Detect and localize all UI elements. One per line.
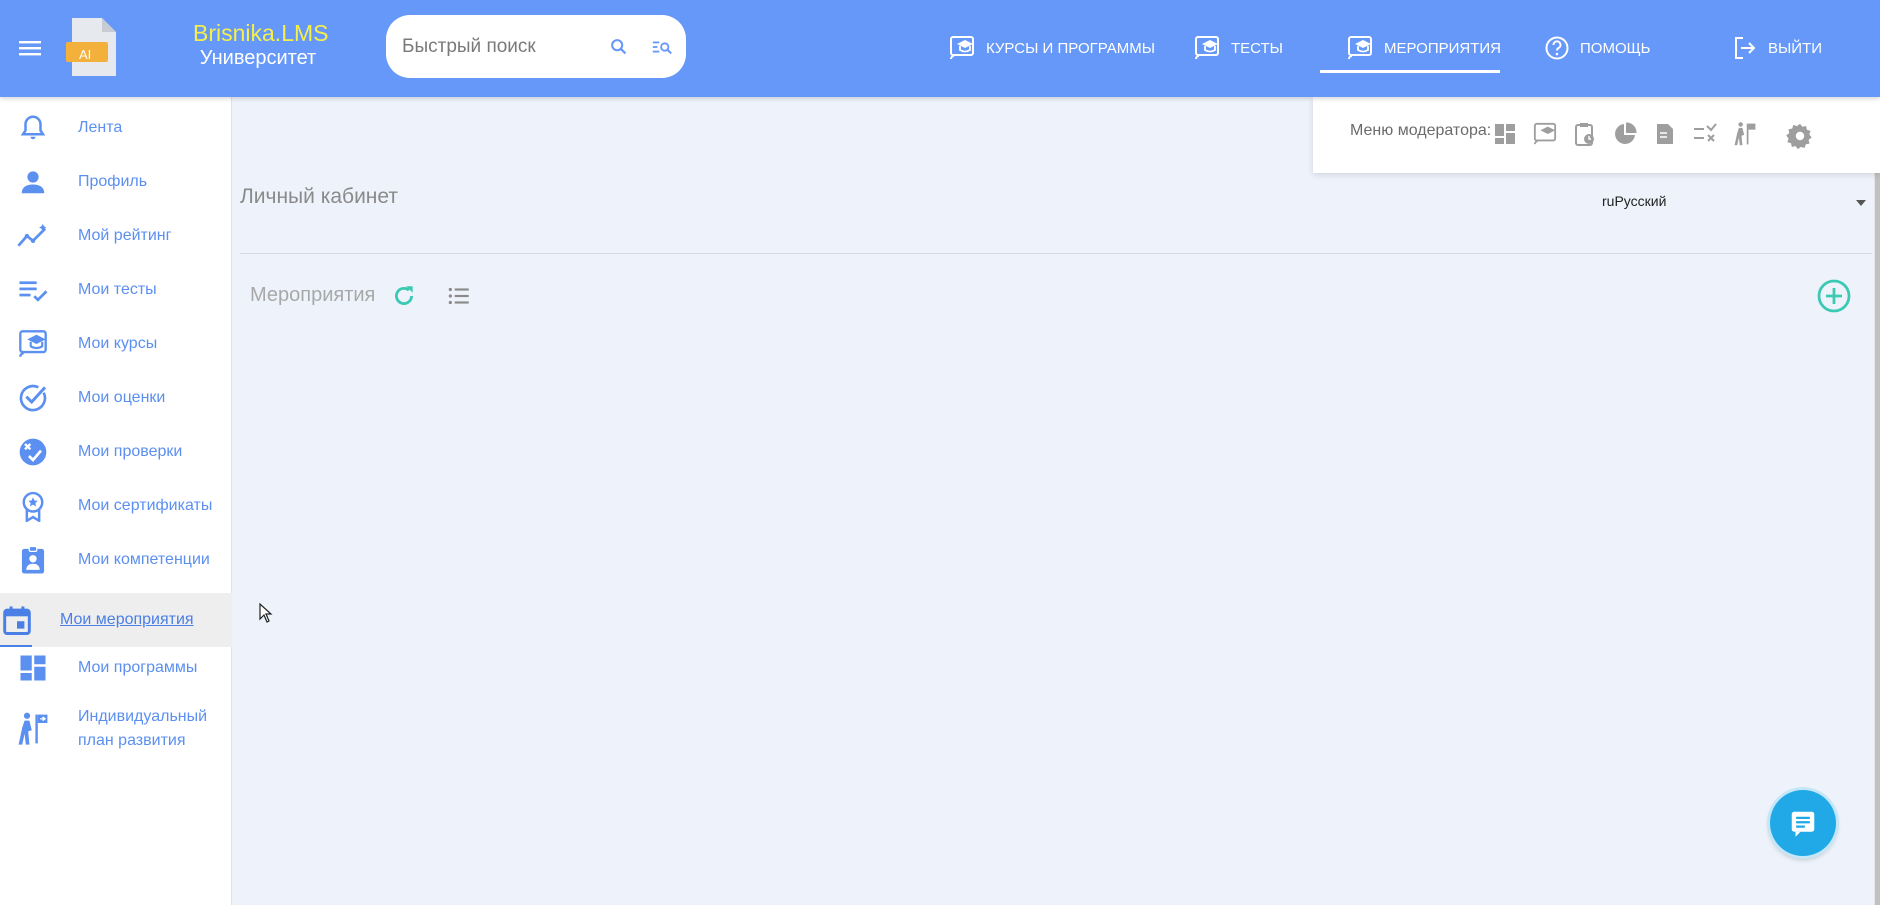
bell-icon	[16, 111, 50, 145]
sidebar-item-label: Мои мероприятия	[60, 611, 194, 628]
sidebar-item-profile[interactable]: Профиль	[0, 155, 232, 209]
hamburger-menu-icon[interactable]	[14, 32, 46, 64]
app-logo[interactable]: AI	[64, 16, 120, 78]
chat-icon	[1791, 811, 1815, 837]
search-icon[interactable]	[608, 36, 630, 63]
nav-courses[interactable]: Курсы и программы	[948, 28, 1155, 68]
logout-icon	[1735, 37, 1756, 59]
sidebar-item-label: Мои оценки	[78, 389, 166, 406]
brand-name: Brisnika.LMS	[193, 20, 329, 46]
brand-subtitle: Университет	[199, 47, 317, 69]
calendar-event-icon	[0, 603, 34, 637]
header-divider	[240, 253, 1872, 254]
sidebar-item-label: Профиль	[78, 173, 148, 190]
cast-education-icon[interactable]	[1531, 120, 1559, 148]
add-event-button[interactable]	[1816, 278, 1852, 319]
sidebar-item-label: Мои программы	[78, 659, 198, 676]
nav-tests[interactable]: Тесты	[1193, 28, 1283, 68]
sidebar-item-tests[interactable]: Мои тесты	[0, 263, 232, 317]
search-input[interactable]	[402, 33, 592, 61]
quick-search	[386, 15, 686, 78]
sidebar-item-label: Индивидуальный план развития	[78, 705, 207, 753]
clipboard-clock-icon[interactable]	[1571, 120, 1599, 148]
dashboard-icon[interactable]	[1491, 120, 1519, 148]
active-tab-indicator	[1320, 70, 1500, 73]
sidebar-item-courses[interactable]: Мои курсы	[0, 317, 232, 371]
sidebar-item-label: Мои компетенции	[78, 551, 210, 568]
person-icon	[16, 165, 50, 199]
refresh-icon[interactable]	[391, 283, 417, 314]
language-value: ruРусский	[1602, 193, 1667, 209]
language-select[interactable]: ruРусский	[1602, 193, 1870, 217]
sidebar-item-label: Лента	[78, 119, 123, 136]
events-section-title: Мероприятия	[250, 284, 376, 306]
sidebar-item-programs[interactable]: Мои программы	[0, 641, 232, 695]
moderator-menu: Меню модератора:	[1313, 97, 1880, 173]
dropdown-arrow-icon	[1856, 200, 1866, 206]
review-icon	[16, 435, 50, 469]
cast-education-icon	[16, 327, 50, 361]
sidebar-item-label: Мой рейтинг	[78, 227, 172, 244]
growth-path-icon	[16, 712, 50, 746]
sidebar-item-rating[interactable]: Мой рейтинг	[0, 209, 232, 263]
cast-education-icon	[1195, 36, 1219, 60]
nav-courses-label: Курсы и программы	[986, 39, 1156, 57]
top-bar: AI Brisnika.LMS Университет Курсы и прог…	[0, 0, 1880, 97]
sidebar-item-reviews[interactable]: Мои проверки	[0, 425, 232, 479]
sidebar-item-label: Мои курсы	[78, 335, 158, 352]
cast-education-icon	[950, 36, 974, 60]
sidebar-item-label: Мои проверки	[78, 443, 183, 460]
nav-tests-label: Тесты	[1231, 39, 1283, 57]
sidebar-item-development-plan[interactable]: Индивидуальный план развития	[0, 695, 232, 763]
pie-chart-icon[interactable]	[1611, 120, 1639, 148]
sidebar: Лента Профиль Мой рейтинг Мои тесты Мои …	[0, 97, 232, 905]
award-icon	[16, 489, 50, 523]
moderator-menu-label: Меню модератора:	[1350, 122, 1492, 139]
logo-badge-text: AI	[79, 47, 92, 62]
mouse-cursor-icon	[259, 603, 273, 623]
nav-help[interactable]: Помощь	[1544, 28, 1651, 68]
help-circle-icon	[1545, 36, 1569, 60]
sidebar-item-competencies[interactable]: Мои компетенции	[0, 533, 232, 587]
checklist-icon	[16, 273, 50, 307]
badge-person-icon	[16, 543, 50, 577]
sidebar-item-feed[interactable]: Лента	[0, 101, 232, 155]
growth-path-icon[interactable]	[1731, 120, 1759, 148]
sidebar-item-label: Мои тесты	[78, 281, 157, 298]
list-view-icon[interactable]	[446, 283, 472, 314]
sidebar-item-label-line2: план развития	[78, 732, 186, 749]
nav-events-label: Мероприятия	[1384, 39, 1502, 57]
rating-chart-icon	[16, 219, 50, 253]
sidebar-item-certificates[interactable]: Мои сертификаты	[0, 479, 232, 533]
sidebar-item-label: Мои сертификаты	[78, 497, 213, 514]
checklist-x-icon[interactable]	[1691, 120, 1719, 148]
chat-button[interactable]	[1770, 790, 1836, 856]
gear-icon[interactable]	[1786, 122, 1814, 150]
sidebar-item-grades[interactable]: Мои оценки	[0, 371, 232, 425]
check-circle-icon	[16, 381, 50, 415]
nav-logout-label: Выйти	[1768, 39, 1823, 57]
dashboard-icon	[16, 651, 50, 685]
nav-events[interactable]: Мероприятия	[1346, 28, 1501, 68]
cast-education-icon	[1348, 36, 1372, 60]
sidebar-item-label-line1: Индивидуальный	[78, 708, 208, 725]
nav-help-label: Помощь	[1580, 39, 1651, 57]
certificate-icon[interactable]	[1651, 120, 1679, 148]
sidebar-item-events[interactable]: Мои мероприятия	[0, 593, 232, 647]
nav-logout[interactable]: Выйти	[1732, 28, 1822, 68]
advanced-search-icon[interactable]	[651, 36, 673, 63]
page-title: Личный кабинет	[240, 185, 398, 208]
brand-title: Brisnika.LMS Университет	[193, 20, 329, 70]
